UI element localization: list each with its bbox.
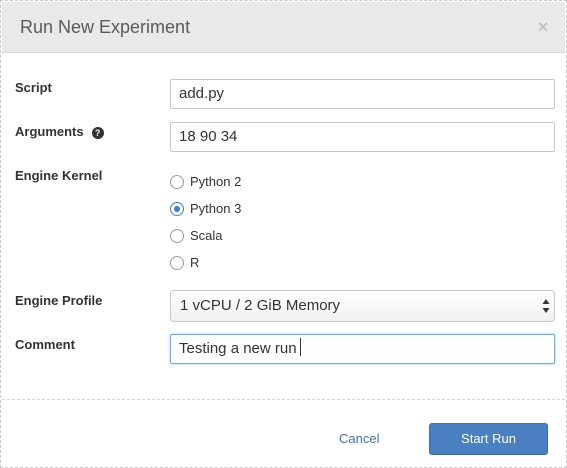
kernel-option-label: Python 2 (190, 174, 242, 189)
question-circle-icon[interactable]: ? (91, 127, 104, 139)
engine-profile-value: 1 vCPU / 2 GiB Memory (180, 297, 341, 314)
arguments-input[interactable]: 18 90 34 (170, 122, 555, 152)
engine-kernel-label: Engine Kernel (15, 168, 103, 183)
kernel-option-label: R (190, 255, 200, 270)
engine-profile-select[interactable]: 1 vCPU / 2 GiB Memory (170, 290, 555, 322)
radio-button[interactable] (170, 229, 184, 243)
text-caret (299, 338, 301, 356)
dialog-title: Run New Experiment (20, 17, 191, 37)
engine-profile-label: Engine Profile (15, 293, 103, 308)
script-label: Script (15, 80, 52, 95)
script-input[interactable]: add.py (170, 79, 555, 109)
arguments-label: Arguments (15, 124, 84, 139)
footer-divider (2, 399, 565, 400)
script-input-value: add.py (179, 85, 225, 102)
radio-button[interactable] (170, 175, 184, 189)
comment-label: Comment (15, 337, 75, 352)
comment-input-value: Testing a new run (179, 340, 297, 357)
cancel-button[interactable]: Cancel (339, 431, 379, 446)
run-experiment-dialog: Run New Experiment × Script add.py Argum… (0, 0, 567, 468)
arguments-label-group: Arguments? (15, 124, 104, 139)
arguments-input-value: 18 90 34 (179, 128, 238, 145)
start-run-button[interactable]: Start Run (429, 423, 548, 455)
kernel-option-label: Scala (190, 228, 223, 243)
dialog-header: Run New Experiment × (2, 2, 565, 53)
comment-input[interactable]: Testing a new run (170, 334, 555, 364)
select-arrows-icon (542, 299, 550, 313)
radio-button-checked[interactable] (170, 202, 184, 216)
close-icon[interactable]: × (536, 18, 550, 36)
kernel-option-label: Python 3 (190, 201, 242, 216)
radio-button[interactable] (170, 256, 184, 270)
